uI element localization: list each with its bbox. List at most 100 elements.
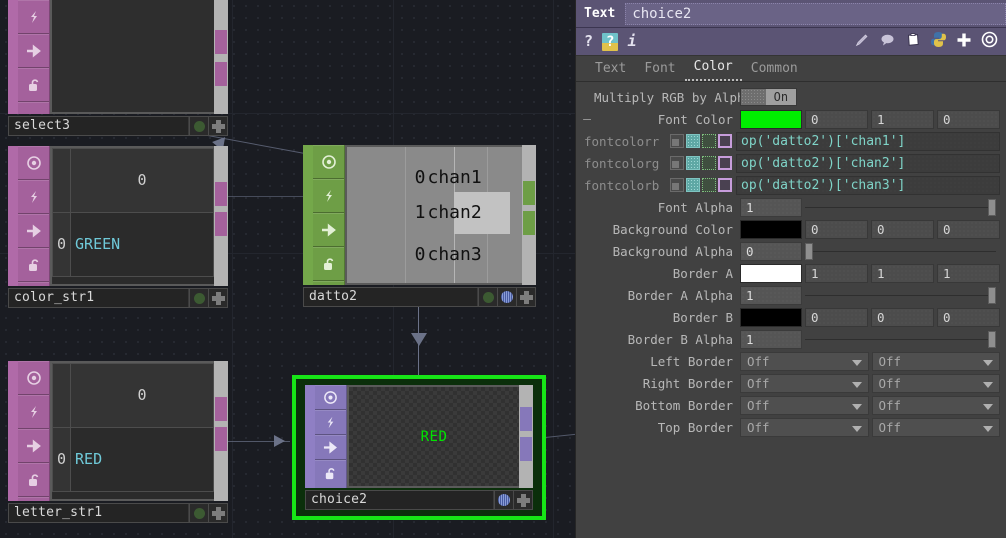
background-color-g-field[interactable]: 0 xyxy=(871,219,934,239)
expand-button[interactable] xyxy=(208,117,227,135)
node-name-label[interactable]: datto2 xyxy=(304,288,478,306)
mode-expression-button[interactable] xyxy=(686,134,700,148)
node-output-connector[interactable] xyxy=(215,182,227,206)
border-a-r-field[interactable]: 1 xyxy=(805,263,868,283)
node-output-connector[interactable] xyxy=(520,437,532,461)
node-viewer-datto2[interactable]: 0 chan1 1 chan2 0 chan3 xyxy=(345,145,522,285)
param-mode-buttons[interactable] xyxy=(670,178,732,192)
plus-icon[interactable] xyxy=(956,32,972,52)
bypass-flag-icon[interactable] xyxy=(18,180,49,214)
clipboard-icon[interactable] xyxy=(905,32,921,52)
node-viewer-select3[interactable]: 0 GREEN 0.0 1.0 0.0 xyxy=(50,0,214,114)
bottom-border-menu-1[interactable]: Off xyxy=(740,395,869,415)
param-mode-buttons[interactable] xyxy=(670,134,732,148)
top-border-menu-1[interactable]: Off xyxy=(740,417,869,437)
background-color-b-field[interactable]: 0 xyxy=(937,219,1000,239)
node-name-label[interactable]: color_str1 xyxy=(9,289,189,307)
help-icon[interactable]: ? xyxy=(584,34,593,49)
left-border-menu-1[interactable]: Off xyxy=(740,351,869,371)
node-output-connector[interactable] xyxy=(215,62,227,86)
param-mode-buttons[interactable] xyxy=(670,156,732,170)
right-border-menu-1[interactable]: Off xyxy=(740,373,869,393)
mode-bind-button[interactable] xyxy=(718,178,732,192)
node-name-label[interactable]: choice2 xyxy=(306,491,494,509)
node-output-connector[interactable] xyxy=(523,181,535,205)
node-footer-select3[interactable]: select3 xyxy=(8,116,228,136)
font-color-r-field[interactable]: 0 xyxy=(805,109,868,129)
node-output-connector[interactable] xyxy=(520,407,532,431)
node-flags[interactable] xyxy=(18,361,50,501)
node-output-rail[interactable] xyxy=(214,0,228,114)
comment-icon[interactable] xyxy=(879,32,896,52)
border-b-r-field[interactable]: 0 xyxy=(805,307,868,327)
background-alpha-slider[interactable] xyxy=(805,242,996,261)
clone-flag-icon[interactable] xyxy=(18,429,49,463)
font-alpha-field[interactable]: 1 xyxy=(740,197,802,217)
bypass-flag-icon[interactable] xyxy=(313,179,344,213)
lock-flag-icon[interactable] xyxy=(18,463,49,497)
border-b-alpha-slider[interactable] xyxy=(805,330,996,349)
background-color-swatch[interactable] xyxy=(740,219,802,239)
mode-constant-button[interactable] xyxy=(670,156,684,170)
border-a-swatch[interactable] xyxy=(740,263,802,283)
node-flags[interactable] xyxy=(18,146,50,286)
node-choice2[interactable]: RED choice2 xyxy=(305,385,533,510)
tab-font[interactable]: Font xyxy=(635,58,684,81)
tab-common[interactable]: Common xyxy=(742,58,807,81)
border-b-swatch[interactable] xyxy=(740,307,802,327)
bypass-flag-icon[interactable] xyxy=(18,395,49,429)
font-color-swatch[interactable] xyxy=(740,109,802,129)
font-alpha-slider[interactable] xyxy=(805,198,996,217)
node-flags[interactable] xyxy=(18,0,50,114)
border-b-b-field[interactable]: 0 xyxy=(937,307,1000,327)
operator-name-field[interactable]: choice2 xyxy=(625,2,1006,25)
mode-bind-button[interactable] xyxy=(718,156,732,170)
expand-button[interactable] xyxy=(208,289,227,307)
node-output-connector[interactable] xyxy=(215,30,227,54)
lock-flag-icon[interactable] xyxy=(315,460,346,485)
expand-button[interactable] xyxy=(516,288,535,306)
node-output-connector[interactable] xyxy=(215,427,227,451)
node-select3[interactable]: 0 GREEN 0.0 1.0 0.0 select3 xyxy=(8,0,228,136)
target-icon[interactable] xyxy=(981,31,998,52)
help-highlight-icon[interactable]: ? xyxy=(602,32,619,51)
viewer-flag-icon[interactable] xyxy=(313,145,344,179)
border-a-alpha-field[interactable]: 1 xyxy=(740,285,802,305)
border-b-g-field[interactable]: 0 xyxy=(871,307,934,327)
mode-expression-button[interactable] xyxy=(686,156,700,170)
info-icon[interactable]: i xyxy=(627,34,636,49)
right-border-menu-2[interactable]: Off xyxy=(871,373,1000,393)
multiply-rgb-by-alpha-toggle[interactable]: On xyxy=(740,88,797,106)
font-color-g-field[interactable]: 1 xyxy=(871,109,934,129)
node-letter-str1[interactable]: 0 0 RED letter_str1 xyxy=(8,361,228,523)
background-alpha-field[interactable]: 0 xyxy=(740,241,802,261)
row-expander-icon[interactable]: — xyxy=(580,112,594,127)
mode-bind-button[interactable] xyxy=(718,134,732,148)
font-color-b-field[interactable]: 0 xyxy=(937,109,1000,129)
node-flags[interactable] xyxy=(315,385,347,488)
mode-expression-button[interactable] xyxy=(686,178,700,192)
mode-export-button[interactable] xyxy=(702,178,716,192)
bottom-border-menu-2[interactable]: Off xyxy=(871,395,1000,415)
bypass-flag-icon[interactable] xyxy=(315,410,346,435)
python-expression-button[interactable] xyxy=(494,491,513,509)
border-a-b-field[interactable]: 1 xyxy=(937,263,1000,283)
top-border-menu-2[interactable]: Off xyxy=(871,417,1000,437)
fontcolorg-expression-field[interactable]: op('datto2')['chan2'] xyxy=(736,153,1000,173)
network-editor-pane[interactable]: 0 GREEN 0.0 1.0 0.0 select3 xyxy=(0,0,575,538)
background-color-r-field[interactable]: 0 xyxy=(805,219,868,239)
node-output-rail[interactable] xyxy=(214,146,228,286)
node-output-connector[interactable] xyxy=(523,211,535,235)
clone-flag-icon[interactable] xyxy=(18,214,49,248)
pencil-icon[interactable] xyxy=(854,32,870,52)
node-datto2[interactable]: 0 chan1 1 chan2 0 chan3 datto2 xyxy=(303,145,536,307)
mode-constant-button[interactable] xyxy=(670,178,684,192)
lock-flag-icon[interactable] xyxy=(18,68,49,102)
node-footer-letter-str1[interactable]: letter_str1 xyxy=(8,503,228,523)
node-footer-datto2[interactable]: datto2 xyxy=(303,287,536,307)
mode-export-button[interactable] xyxy=(702,156,716,170)
node-name-label[interactable]: select3 xyxy=(9,117,189,135)
node-output-connector[interactable] xyxy=(215,397,227,421)
expand-button[interactable] xyxy=(208,504,227,522)
node-output-rail[interactable] xyxy=(522,145,536,285)
